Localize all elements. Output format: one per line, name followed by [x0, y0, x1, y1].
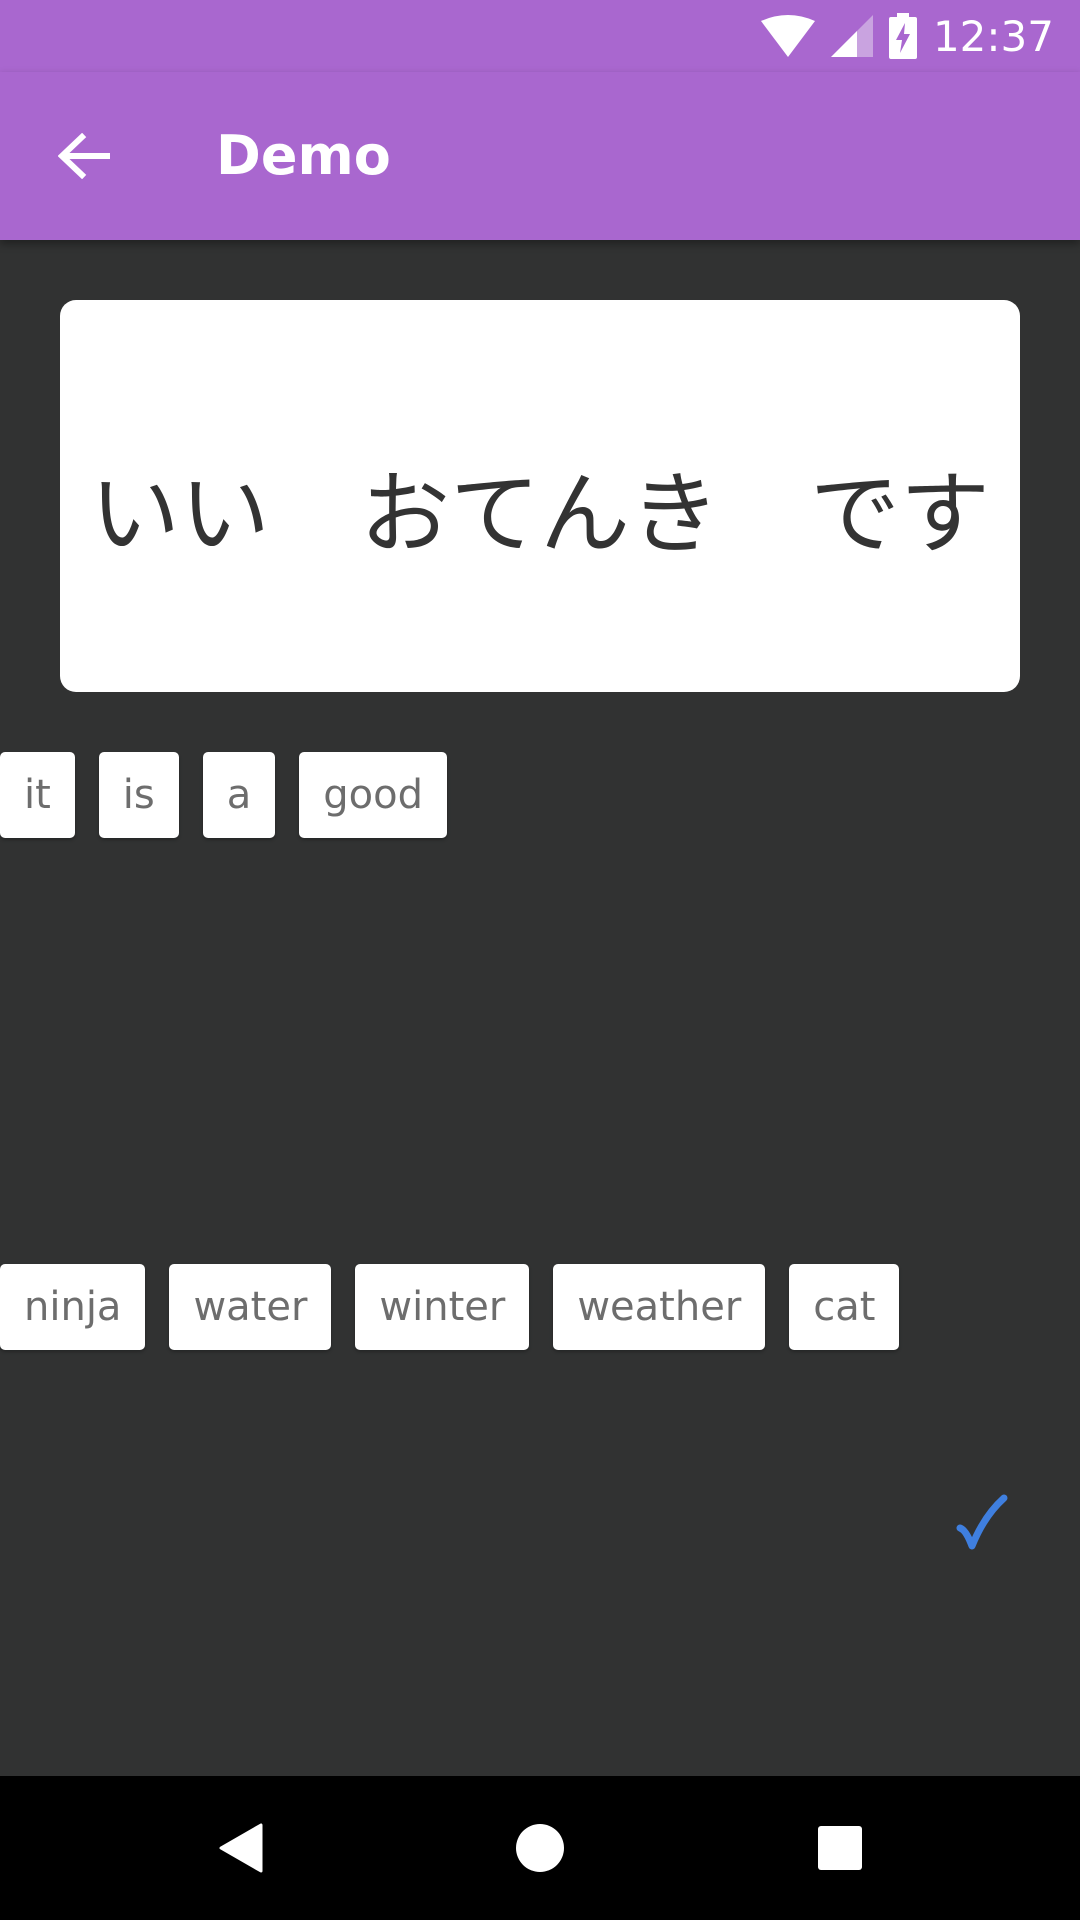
word-bank-chip[interactable]: winter	[355, 1264, 530, 1350]
answer-row: it is a good	[0, 752, 447, 838]
word-bank: ninja water winter weather cat	[0, 1264, 900, 1350]
check-button[interactable]	[950, 1480, 1014, 1564]
answer-word-chip[interactable]: a	[202, 752, 276, 838]
answer-word-chip[interactable]: good	[299, 752, 447, 838]
battery-charging-icon	[888, 13, 917, 59]
nav-home-button[interactable]	[468, 1776, 612, 1920]
status-time: 12:37	[932, 11, 1054, 61]
nav-back-icon	[219, 1823, 263, 1873]
arrow-back-icon	[58, 133, 110, 179]
word-bank-chip[interactable]: cat	[789, 1264, 900, 1350]
answer-word-chip[interactable]: is	[98, 752, 179, 838]
wifi-icon	[760, 15, 815, 57]
nav-back-button[interactable]	[168, 1776, 312, 1920]
word-bank-chip[interactable]: weather	[553, 1264, 766, 1350]
back-button[interactable]	[40, 112, 128, 200]
status-bar: 12:37	[0, 0, 1080, 72]
nav-home-icon	[516, 1824, 564, 1872]
nav-recents-icon	[818, 1826, 862, 1870]
cell-signal-icon	[830, 15, 873, 57]
page-title: Demo	[216, 124, 391, 187]
prompt-card: いい おてんき です	[60, 300, 1020, 692]
app-bar: Demo	[0, 72, 1080, 240]
word-bank-chip[interactable]: water	[169, 1264, 332, 1350]
answer-word-chip[interactable]: it	[0, 752, 75, 838]
status-icons: 12:37	[760, 0, 1080, 72]
word-bank-chip[interactable]: ninja	[0, 1264, 146, 1350]
navigation-bar	[0, 1776, 1080, 1920]
nav-recents-button[interactable]	[768, 1776, 912, 1920]
prompt-text: いい おてんき です	[90, 462, 990, 567]
checkmark-icon	[956, 1494, 1008, 1550]
